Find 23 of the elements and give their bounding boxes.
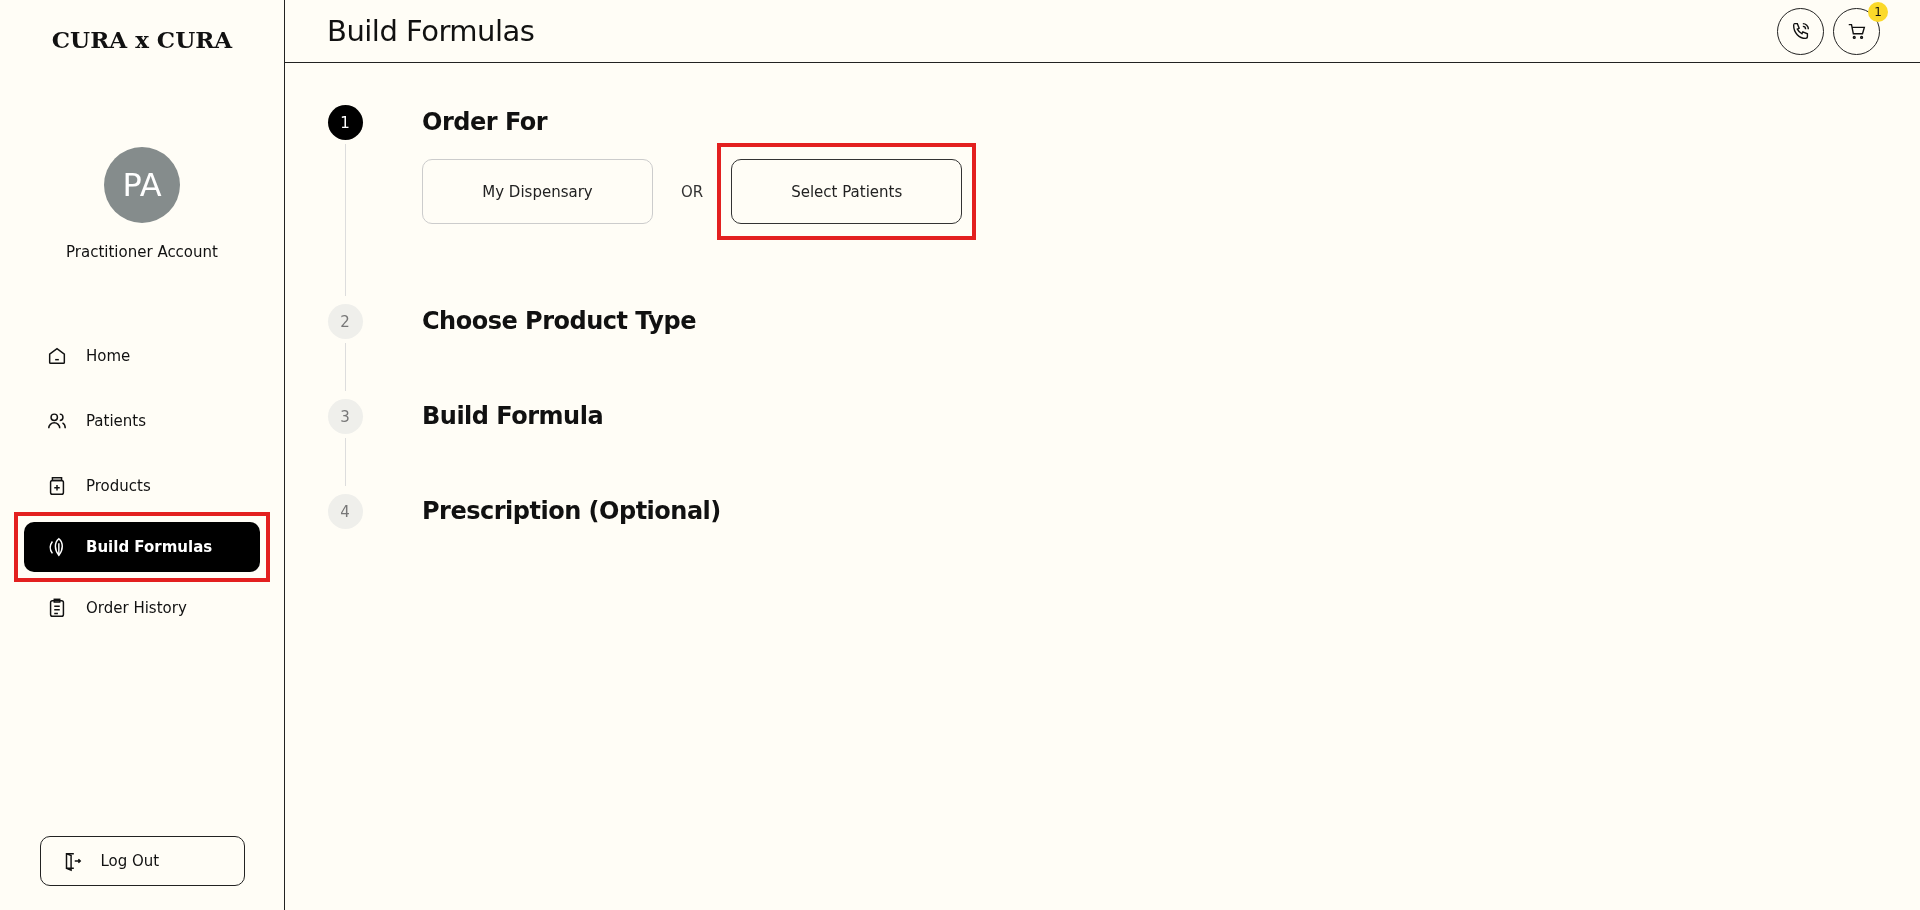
home-icon (46, 345, 68, 367)
sidebar-item[interactable]: Patients (24, 396, 260, 446)
cart-count-badge: 1 (1868, 1, 1888, 22)
account-name: Practitioner Account (66, 243, 218, 261)
logout-button[interactable]: Log Out (39, 836, 245, 886)
step-title: Prescription (Optional) (422, 496, 721, 527)
or-separator: OR (681, 182, 704, 201)
option-button[interactable]: My Dispensary (422, 159, 653, 224)
step-number: 1 (327, 105, 363, 140)
sidebar-item[interactable]: Order History (24, 583, 260, 633)
step-number: 2 (327, 304, 363, 339)
option-button[interactable]: Select Patients (731, 159, 963, 224)
step-number: 3 (327, 399, 363, 434)
page-title: Build Formulas (327, 14, 535, 48)
sidebar-item[interactable]: Build Formulas (24, 522, 260, 572)
step-title: Choose Product Type (422, 306, 696, 337)
avatar: PA (104, 147, 180, 223)
step-number: 4 (327, 494, 363, 529)
step-title: Order For (422, 107, 549, 138)
sidebar-item[interactable]: Products (24, 461, 260, 511)
step-title: Build Formula (422, 401, 604, 432)
sidebar-item[interactable]: Home (24, 331, 260, 381)
logo: CURA x CURA (51, 26, 233, 53)
